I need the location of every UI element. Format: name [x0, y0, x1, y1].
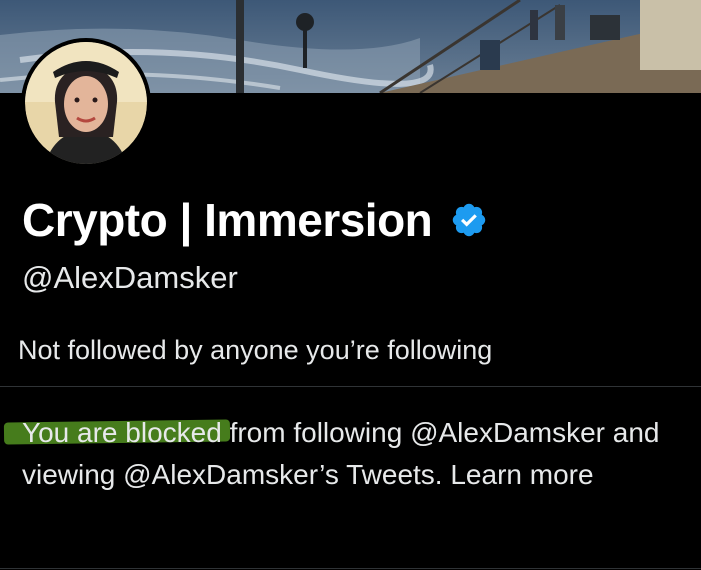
blocked-notice: You are blocked from following @AlexDams…: [22, 417, 660, 490]
display-name-text: Crypto | Immersion: [22, 194, 433, 246]
avatar[interactable]: [21, 38, 151, 168]
divider: [0, 568, 701, 569]
followers-you-know-text: Not followed by anyone you’re following: [18, 335, 493, 365]
verified-badge-icon: [453, 203, 486, 237]
profile-handle: @AlexDamsker: [22, 260, 238, 295]
profile-display-name: Crypto | Immersion: [22, 193, 488, 247]
divider: [0, 386, 701, 387]
